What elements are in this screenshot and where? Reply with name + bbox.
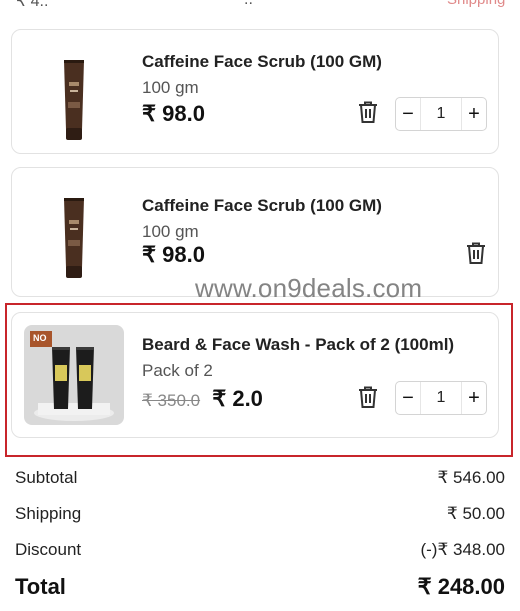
cart-item-1: Caffeine Face Scrub (100 GM) 100 gm ₹ 98… [11, 29, 499, 154]
product-price: ₹ 98.0 [142, 101, 205, 126]
top-partial-left: ₹ 4.. [16, 0, 49, 10]
top-partial-shipping: Shipping [447, 0, 505, 8]
subtotal-row: Subtotal ₹ 546.00 [15, 468, 505, 488]
total-label: Total [15, 574, 66, 599]
product-variant: 100 gm [142, 78, 199, 97]
discount-value: (-)₹ 348.00 [420, 540, 505, 559]
product-price: ₹ 98.0 [142, 242, 205, 267]
decrease-quantity-button[interactable]: − [396, 98, 420, 130]
product-image [24, 180, 124, 280]
shipping-value: ₹ 50.00 [446, 504, 505, 523]
product-variant: 100 gm [142, 222, 199, 241]
discount-row: Discount (-)₹ 348.00 [15, 540, 505, 560]
brown-tube-icon [24, 180, 124, 280]
total-value: ₹ 248.00 [417, 574, 505, 599]
discount-label: Discount [15, 540, 82, 559]
delete-item-button[interactable] [357, 100, 379, 124]
total-row: Total ₹ 248.00 [15, 574, 505, 600]
shipping-row: Shipping ₹ 50.00 [15, 504, 505, 524]
top-partial-mid: .. [244, 0, 253, 9]
trash-icon [467, 242, 485, 264]
top-partial-row: ₹ 4.. .. Shipping [0, 0, 520, 14]
subtotal-label: Subtotal [15, 468, 78, 487]
product-image [24, 42, 124, 142]
delete-item-button[interactable] [465, 241, 487, 265]
product-name[interactable]: Caffeine Face Scrub (100 GM) [142, 196, 382, 216]
brown-tube-icon [24, 42, 124, 142]
quantity-value: 1 [420, 98, 462, 130]
shipping-label: Shipping [15, 504, 82, 523]
quantity-stepper[interactable]: − 1 + [395, 97, 487, 131]
trash-icon [359, 101, 377, 123]
highlight-box [5, 303, 513, 457]
increase-quantity-button[interactable]: + [462, 98, 486, 130]
subtotal-value: ₹ 546.00 [437, 468, 505, 487]
product-name[interactable]: Caffeine Face Scrub (100 GM) [142, 52, 382, 72]
watermark-text: www.on9deals.com [195, 273, 423, 303]
